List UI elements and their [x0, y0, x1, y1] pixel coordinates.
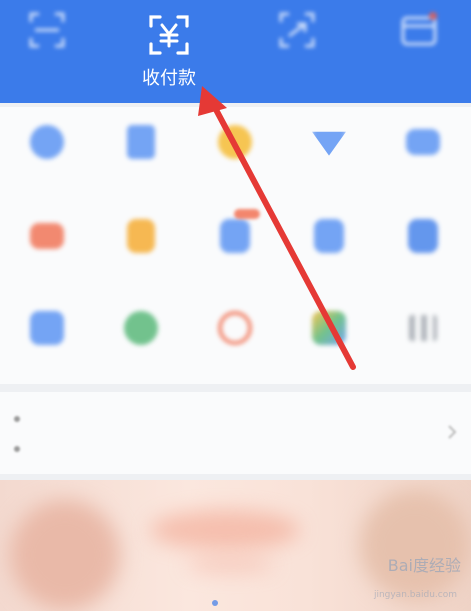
annotation-arrow [198, 86, 356, 370]
arrow-head [198, 86, 227, 116]
arrow-shaft [210, 101, 356, 370]
